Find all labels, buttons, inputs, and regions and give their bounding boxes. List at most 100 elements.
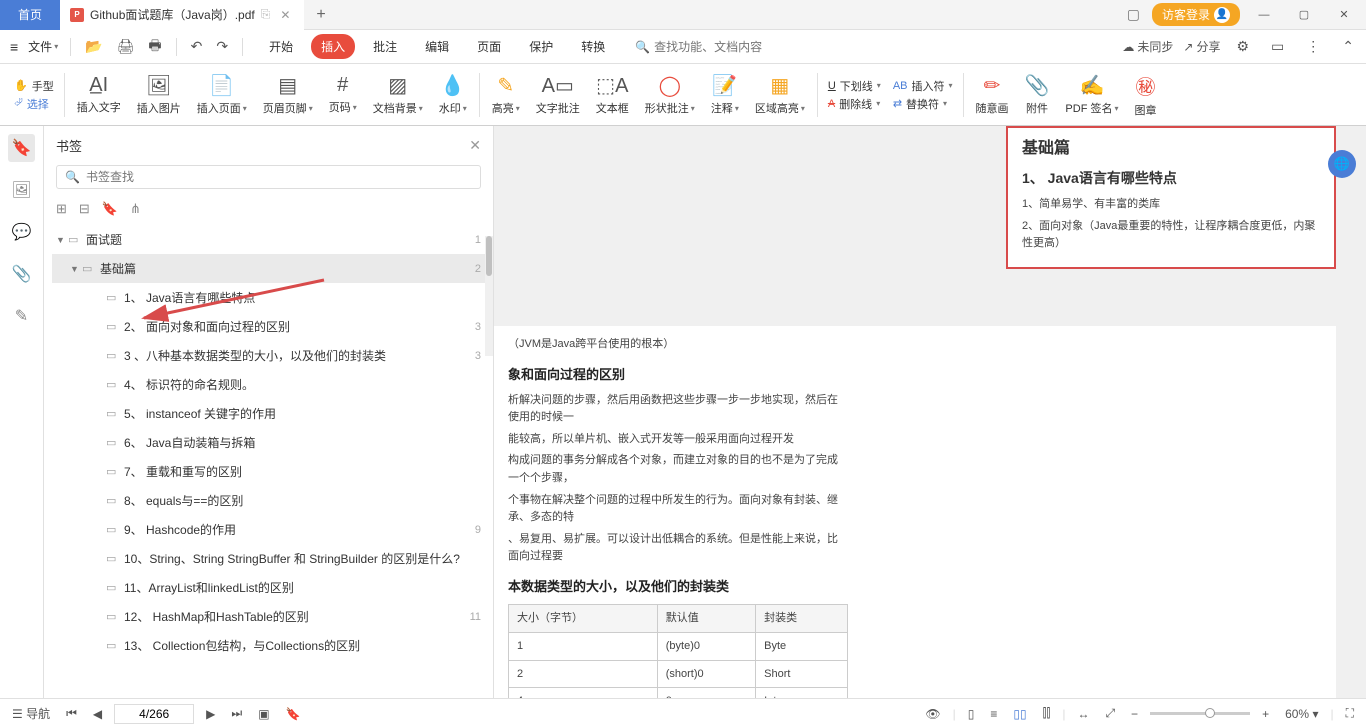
- stamp[interactable]: ㊙图章: [1127, 71, 1165, 118]
- zoom-in[interactable]: +: [1258, 705, 1273, 723]
- zoom-out[interactable]: −: [1127, 705, 1142, 723]
- insert-char-tool[interactable]: AB插入符▾: [893, 78, 953, 94]
- tab-pin-icon[interactable]: ⎘: [261, 7, 271, 22]
- shape-annotate[interactable]: ◯形状批注▾: [637, 73, 703, 116]
- bookmark-item[interactable]: ▭13、 Collection包结构，与Collections的区别: [52, 631, 485, 660]
- collapse-ribbon-icon[interactable]: ⌃: [1336, 38, 1360, 55]
- share-button[interactable]: ↗分享: [1183, 38, 1220, 55]
- nav-toggle[interactable]: ☰ 导航: [8, 703, 54, 724]
- float-translate-button[interactable]: 🌐: [1328, 150, 1356, 178]
- hand-tool[interactable]: ✋手型: [14, 78, 54, 94]
- zoom-value[interactable]: 60% ▾: [1281, 705, 1322, 723]
- open-icon[interactable]: 📂: [79, 38, 108, 55]
- bm-tool-3[interactable]: 🔖: [102, 201, 118, 217]
- bookmark-item[interactable]: ▭12、 HashMap和HashTable的区别11: [52, 602, 485, 631]
- note[interactable]: 📝注释▾: [703, 73, 747, 116]
- home-tab[interactable]: 首页: [0, 0, 60, 30]
- view-facing-cont[interactable]: ⫿⫿: [1039, 704, 1055, 723]
- text-annotate[interactable]: A▭文字批注: [528, 73, 588, 116]
- function-search[interactable]: 🔍: [635, 40, 804, 54]
- insert-image[interactable]: 🖼插入图片: [129, 73, 189, 116]
- prev-page[interactable]: ◀: [89, 705, 106, 723]
- bookmark-item[interactable]: ▭10、String、String StringBuffer 和 StringB…: [52, 544, 485, 573]
- login-button[interactable]: 访客登录 👤: [1152, 3, 1240, 26]
- attachment[interactable]: 📎附件: [1017, 73, 1058, 116]
- device-icon[interactable]: ▢: [1123, 6, 1144, 23]
- scrollbar-thumb[interactable]: [486, 236, 492, 276]
- settings-icon[interactable]: ⚙: [1230, 38, 1255, 55]
- pdf-sign[interactable]: ✍PDF 签名▾: [1057, 73, 1126, 116]
- highlight[interactable]: ✎高亮▾: [484, 73, 528, 116]
- fit-width[interactable]: ↔: [1073, 705, 1093, 723]
- first-page[interactable]: ⏮: [62, 704, 81, 723]
- tab-start[interactable]: 开始: [259, 34, 303, 59]
- tab-edit[interactable]: 编辑: [415, 34, 459, 59]
- save-icon[interactable]: 🖨: [111, 38, 141, 55]
- area-highlight[interactable]: ▦区域高亮▾: [747, 73, 813, 116]
- outline-tab-icon[interactable]: 🖼: [7, 176, 35, 204]
- attachment-tab-icon[interactable]: 📎: [8, 260, 36, 288]
- tab-close[interactable]: ✕: [276, 8, 294, 22]
- tab-convert[interactable]: 转换: [571, 34, 615, 59]
- bookmark-item[interactable]: ▭4、 标识符的命名规则。: [52, 370, 485, 399]
- textbox[interactable]: ⬚A文本框: [588, 73, 637, 116]
- tab-protect[interactable]: 保护: [519, 34, 563, 59]
- bookmark-item[interactable]: ▭11、ArrayList和linkedList的区别: [52, 573, 485, 602]
- doc-background[interactable]: ▨文档背景▾: [365, 73, 431, 116]
- watermark[interactable]: 💧水印▾: [431, 73, 475, 116]
- view-facing[interactable]: ▯▯: [1009, 705, 1030, 723]
- last-page[interactable]: ⏭: [227, 704, 246, 723]
- page-number[interactable]: #页码▾: [321, 74, 365, 115]
- tab-annotate[interactable]: 批注: [363, 34, 407, 59]
- next-page[interactable]: ▶: [202, 705, 219, 723]
- redo-icon[interactable]: ↷: [210, 38, 234, 55]
- view-continuous[interactable]: ≡: [986, 705, 1001, 723]
- document-tab[interactable]: P Github面试题库（Java岗）.pdf ⎘ ✕: [60, 0, 304, 30]
- bookmark-item[interactable]: ▭2、 面向对象和面向过程的区别3: [52, 312, 485, 341]
- bookmark-search-input[interactable]: [86, 170, 472, 184]
- window-mode-icon[interactable]: ▭: [1265, 38, 1290, 55]
- bookmark-item[interactable]: ▭9、 Hashcode的作用9: [52, 515, 485, 544]
- bookmark-page[interactable]: 🔖: [282, 705, 305, 723]
- maximize-button[interactable]: ▢: [1288, 0, 1320, 30]
- bookmark-tab-icon[interactable]: 🔖: [8, 134, 36, 162]
- fullscreen[interactable]: ⛶: [1342, 704, 1358, 723]
- underline-tool[interactable]: U下划线▾: [828, 78, 881, 94]
- bm-tool-2[interactable]: ⊟: [79, 201, 90, 217]
- more-icon[interactable]: ⋮: [1300, 38, 1326, 55]
- bookmark-panel-close[interactable]: ✕: [469, 137, 481, 154]
- strike-tool[interactable]: A删除线▾: [828, 96, 881, 112]
- header-footer[interactable]: ▤页眉页脚▾: [255, 73, 321, 116]
- print-icon[interactable]: 🖶: [142, 35, 167, 59]
- bookmark-item[interactable]: ▭7、 重载和重写的区别: [52, 457, 485, 486]
- bookmark-item[interactable]: ▭8、 equals与==的区别: [52, 486, 485, 515]
- pen-tab-icon[interactable]: ✎: [11, 302, 32, 330]
- select-tool[interactable]: ⮰选择: [14, 96, 54, 112]
- menu-icon[interactable]: ≡: [6, 39, 22, 55]
- search-input[interactable]: [654, 40, 804, 54]
- fit-page[interactable]: ⤢: [1101, 704, 1119, 723]
- bm-tool-4[interactable]: ⋔: [130, 201, 141, 217]
- new-tab-button[interactable]: +: [304, 6, 337, 24]
- mark-page[interactable]: ▣: [254, 705, 273, 723]
- insert-text[interactable]: A̲I插入文字: [69, 74, 129, 115]
- insert-page[interactable]: 📄插入页面▾: [189, 73, 255, 116]
- view-eye-icon[interactable]: 👁: [921, 705, 944, 723]
- tab-page[interactable]: 页面: [467, 34, 511, 59]
- comment-tab-icon[interactable]: 💬: [8, 218, 36, 246]
- bookmark-item[interactable]: ▭1、 Java语言有哪些特点: [52, 283, 485, 312]
- view-single[interactable]: ▯: [964, 705, 979, 723]
- bookmark-item[interactable]: ▭6、 Java自动装箱与拆箱: [52, 428, 485, 457]
- sync-button[interactable]: ☁未同步: [1122, 38, 1173, 55]
- undo-icon[interactable]: ↶: [185, 38, 209, 55]
- bookmark-item[interactable]: ▼▭基础篇2: [52, 254, 485, 283]
- bm-tool-1[interactable]: ⊞: [56, 201, 67, 217]
- freehand[interactable]: ✏随意画: [968, 73, 1017, 116]
- close-window-button[interactable]: ✕: [1328, 0, 1360, 30]
- page-input[interactable]: [114, 704, 194, 724]
- bookmark-item[interactable]: ▼▭面试题1: [52, 225, 485, 254]
- bookmark-item[interactable]: ▭3 、八种基本数据类型的大小，以及他们的封装类3: [52, 341, 485, 370]
- replace-char-tool[interactable]: ⇄替换符▾: [893, 96, 953, 112]
- file-menu[interactable]: 文件 ▾: [24, 38, 62, 55]
- bookmark-item[interactable]: ▭5、 instanceof 关键字的作用: [52, 399, 485, 428]
